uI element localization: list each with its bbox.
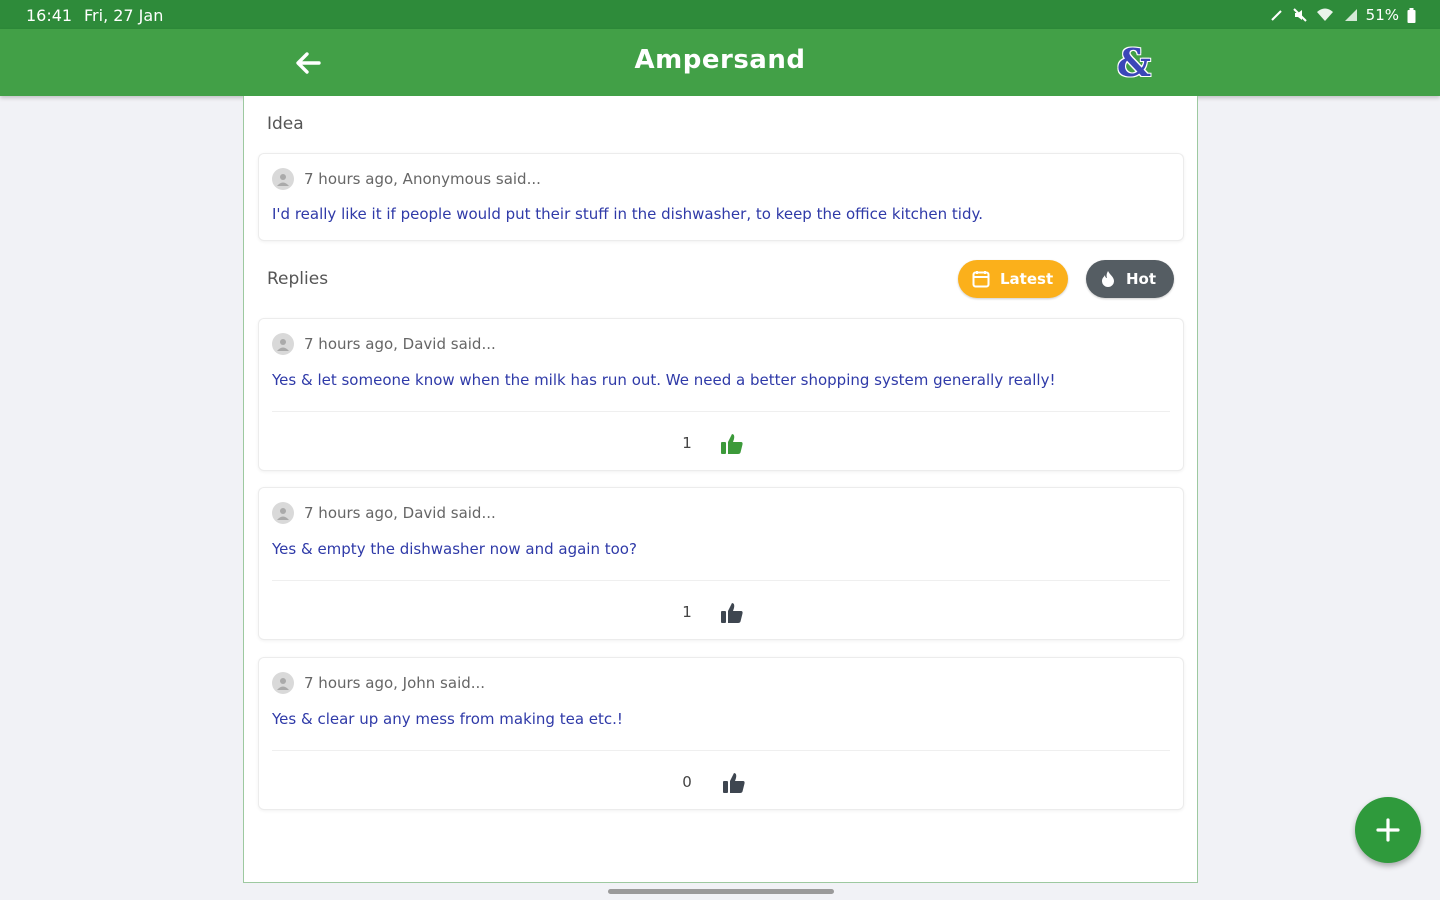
status-icons: 51% xyxy=(1270,6,1416,24)
idea-meta: 7 hours ago, Anonymous said... xyxy=(272,168,541,190)
app-bar: Ampersand & xyxy=(0,29,1440,96)
vote-row: 0 xyxy=(259,770,1183,796)
app-title: Ampersand xyxy=(634,45,806,75)
reply-meta-text: 7 hours ago, David said... xyxy=(304,335,496,353)
add-reply-button[interactable] xyxy=(1355,797,1421,863)
vote-count: 1 xyxy=(682,434,692,452)
avatar xyxy=(272,168,294,190)
avatar xyxy=(272,502,294,524)
vote-count: 1 xyxy=(682,603,692,621)
divider xyxy=(272,750,1170,751)
reply-card: 7 hours ago, David said... Yes & empty t… xyxy=(258,487,1184,640)
vote-count: 0 xyxy=(682,773,692,791)
reply-meta: 7 hours ago, John said... xyxy=(272,672,485,694)
reply-card: 7 hours ago, David said... Yes & let som… xyxy=(258,318,1184,471)
reply-meta: 7 hours ago, David said... xyxy=(272,502,496,524)
thumbs-up-icon[interactable] xyxy=(719,600,745,626)
reply-meta-text: 7 hours ago, John said... xyxy=(304,674,486,692)
user-icon xyxy=(277,508,289,520)
vote-row: 1 xyxy=(259,600,1183,626)
battery-percent: 51% xyxy=(1365,6,1399,24)
vote-row: 1 xyxy=(259,431,1183,457)
idea-section-label: Idea xyxy=(267,114,304,134)
user-icon xyxy=(277,339,289,351)
thumbs-up-icon[interactable] xyxy=(721,770,747,796)
divider xyxy=(272,580,1170,581)
thumbs-up-icon[interactable] xyxy=(719,431,745,457)
reply-text: Yes & let someone know when the milk has… xyxy=(272,371,1056,389)
battery-icon xyxy=(1407,7,1416,23)
sort-latest-button[interactable]: Latest xyxy=(958,260,1068,298)
user-icon xyxy=(277,678,289,690)
user-icon xyxy=(277,174,289,186)
reply-meta-text: 7 hours ago, David said... xyxy=(304,504,496,522)
wifi-icon xyxy=(1316,8,1333,21)
reply-text: Yes & empty the dishwasher now and again… xyxy=(272,540,637,558)
reply-card: 7 hours ago, John said... Yes & clear up… xyxy=(258,657,1184,810)
sort-hot-button[interactable]: Hot xyxy=(1086,260,1174,298)
fire-icon xyxy=(1102,271,1114,287)
calendar-icon xyxy=(972,271,990,288)
ampersand-logo: & xyxy=(1116,40,1152,85)
status-time: 16:41 xyxy=(26,6,73,25)
idea-text: I'd really like it if people would put t… xyxy=(272,205,983,223)
signal-icon xyxy=(1344,9,1357,21)
status-bar: 16:41 Fri, 27 Jan 51% xyxy=(0,0,1440,29)
plus-icon xyxy=(1376,818,1400,842)
idea-card: 7 hours ago, Anonymous said... I'd reall… xyxy=(258,153,1184,241)
idea-meta-text: 7 hours ago, Anonymous said... xyxy=(304,170,541,188)
reply-text: Yes & clear up any mess from making tea … xyxy=(272,710,623,728)
gesture-nav-handle[interactable] xyxy=(608,889,834,894)
pen-icon xyxy=(1270,10,1282,21)
avatar xyxy=(272,672,294,694)
replies-section-label: Replies xyxy=(267,269,329,289)
mute-icon xyxy=(1292,8,1307,22)
status-date: Fri, 27 Jan xyxy=(84,6,164,25)
divider xyxy=(272,411,1170,412)
avatar xyxy=(272,333,294,355)
reply-meta: 7 hours ago, David said... xyxy=(272,333,496,355)
sort-hot-label: Hot xyxy=(1126,270,1157,288)
sort-latest-label: Latest xyxy=(1000,270,1054,288)
